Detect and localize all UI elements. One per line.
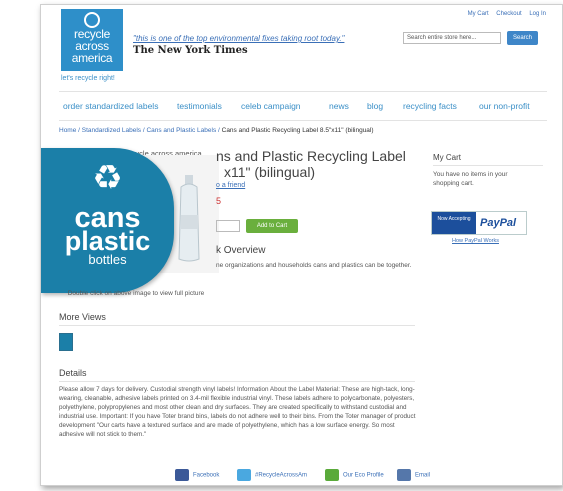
page-frame: recycle across america let's recycle rig…: [40, 4, 563, 486]
details-heading: Details: [59, 368, 87, 378]
overview-heading: k Overview: [216, 245, 266, 256]
product-title: ns and Plastic Recycling Label x11" (bil…: [216, 148, 406, 180]
divider: [59, 381, 415, 382]
paypal-how-link[interactable]: How PayPal Works: [452, 238, 499, 244]
recycling-label-overlay: ♻ cans plastic bottles: [41, 148, 174, 293]
label-bottles-text: bottles: [88, 252, 127, 267]
site-logo[interactable]: recycle across america: [61, 9, 123, 71]
cart-empty-text: You have no items in your shopping cart.: [433, 171, 508, 187]
label-plastic-text: plastic: [64, 226, 151, 256]
nav-celeb-campaign[interactable]: celeb campaign: [241, 101, 301, 111]
nav-blog[interactable]: blog: [367, 101, 383, 111]
overview-text: ne organizations and households cans and…: [216, 262, 412, 269]
footer-eco-profile[interactable]: Our Eco Profile: [325, 469, 384, 481]
product-price: 5: [216, 196, 222, 206]
footer-facebook[interactable]: Facebook: [175, 469, 219, 481]
more-views-thumbnail[interactable]: [59, 333, 73, 351]
recycle-icon: ♻: [92, 159, 123, 197]
globe-icon: [84, 12, 100, 28]
breadcrumb: Home / Standardized Labels / Cans and Pl…: [59, 127, 374, 134]
footer-email[interactable]: Email: [397, 469, 430, 481]
divider: [59, 325, 415, 326]
breadcrumb-current: Cans and Plastic Recycling Label 8.5"x11…: [221, 127, 374, 134]
nav-testimonials[interactable]: testimonials: [177, 101, 222, 111]
footer-eco-label: Our Eco Profile: [343, 472, 384, 479]
nav-recycling-facts[interactable]: recycling facts: [403, 101, 457, 111]
nav-order-labels[interactable]: order standardized labels: [63, 101, 158, 111]
quantity-input[interactable]: [216, 220, 240, 232]
email-icon: [397, 469, 411, 481]
product-title-line2: x11" (bilingual): [224, 164, 316, 180]
footer-facebook-label: Facebook: [193, 472, 220, 479]
my-cart-link[interactable]: My Cart: [468, 11, 489, 17]
main-nav: order standardized labels testimonials c…: [59, 91, 547, 121]
product-title-line1: ns and Plastic Recycling Label: [216, 148, 406, 164]
search-button[interactable]: Search: [507, 31, 538, 45]
nyt-quote-link[interactable]: "this is one of the top environmental fi…: [133, 34, 344, 43]
divider: [433, 165, 543, 166]
footer-email-label: Email: [415, 472, 431, 479]
top-links: My Cart Checkout Log In: [462, 11, 546, 17]
paypal-logo: PayPal: [480, 217, 517, 229]
login-link[interactable]: Log In: [529, 11, 546, 17]
more-views-heading: More Views: [59, 312, 106, 322]
logo-line: america: [71, 51, 113, 65]
paypal-banner[interactable]: Now Accepting PayPal: [431, 211, 527, 235]
nav-news[interactable]: news: [329, 101, 349, 111]
breadcrumb-standardized[interactable]: Standardized Labels: [82, 127, 141, 134]
facebook-icon: [175, 469, 189, 481]
add-to-cart-button[interactable]: Add to Cart: [246, 219, 298, 233]
footer-twitter[interactable]: #RecycleAcrossAm: [237, 469, 307, 481]
email-friend-link[interactable]: o a friend: [216, 182, 245, 189]
paypal-now-accepting: Now Accepting: [432, 212, 476, 234]
footer-twitter-label: #RecycleAcrossAm: [255, 472, 308, 479]
twitter-icon: [237, 469, 251, 481]
search-input[interactable]: Search entire store here...: [403, 32, 501, 44]
cart-heading: My Cart: [433, 153, 461, 162]
zoom-hint: Double click on above image to view full…: [67, 290, 205, 297]
nav-non-profit[interactable]: our non-profit: [479, 101, 530, 111]
logo-tagline: let's recycle right!: [61, 75, 115, 82]
nyt-masthead: The New York Times: [133, 45, 248, 56]
checkout-link[interactable]: Checkout: [496, 11, 521, 17]
breadcrumb-cans-plastic[interactable]: Cans and Plastic Labels: [146, 127, 216, 134]
eco-profile-icon: [325, 469, 339, 481]
breadcrumb-home[interactable]: Home: [59, 127, 76, 134]
details-text: Please allow 7 days for delivery. Custod…: [59, 386, 416, 438]
